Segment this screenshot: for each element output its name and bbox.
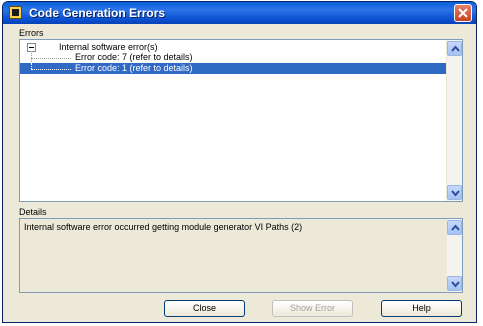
scroll-down-button[interactable] (447, 185, 462, 200)
scroll-up-button[interactable] (447, 41, 462, 56)
close-x-icon (458, 8, 468, 18)
title-bar[interactable]: Code Generation Errors (3, 2, 476, 24)
tree-item-error-7[interactable]: Error code: 7 (refer to details) (20, 52, 446, 63)
details-box[interactable]: Internal software error occurred getting… (19, 218, 463, 293)
window-title: Code Generation Errors (29, 6, 166, 20)
details-text: Internal software error occurred getting… (24, 222, 303, 232)
errors-label: Errors (19, 28, 44, 38)
close-window-button[interactable] (454, 4, 472, 22)
app-icon (9, 6, 22, 19)
tree-connector-2 (31, 69, 71, 70)
details-scroll-down-button[interactable] (447, 276, 462, 291)
details-label: Details (19, 207, 47, 217)
errors-tree[interactable]: Internal software error(s) Error code: 7… (19, 39, 463, 202)
tree-item-error-1[interactable]: Error code: 1 (refer to details) (20, 63, 446, 74)
help-button[interactable]: Help (381, 300, 462, 317)
tree-item-label: Error code: 1 (refer to details) (75, 63, 193, 73)
chevron-down-icon (451, 190, 460, 197)
details-scroll-up-button[interactable] (447, 220, 462, 235)
close-button[interactable]: Close (164, 300, 245, 317)
errors-scrollbar[interactable] (446, 40, 462, 201)
chevron-up-icon (451, 224, 460, 231)
dialog-window: Code Generation Errors Errors Internal s… (2, 1, 477, 323)
chevron-up-icon (451, 45, 460, 52)
show-error-button[interactable]: Show Error (272, 300, 353, 317)
tree-item-label: Error code: 7 (refer to details) (75, 52, 193, 62)
chevron-down-icon (451, 281, 460, 288)
details-scrollbar[interactable] (446, 219, 462, 292)
